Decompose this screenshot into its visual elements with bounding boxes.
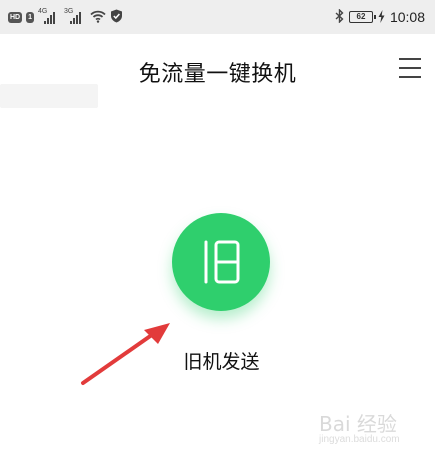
status-bar: HD 1 4G 3G 62 10:08 xyxy=(0,0,435,34)
status-left: HD 1 4G 3G xyxy=(8,7,123,27)
old-device-send-label: 旧机发送 xyxy=(183,351,260,373)
red-arrow-icon xyxy=(81,323,170,385)
obscured-region xyxy=(0,84,98,108)
old-phone-glyph-icon xyxy=(204,240,240,284)
baidu-jingyan-watermark: Bai 经验 jingyan.baidu.com xyxy=(319,408,409,452)
status-right: 62 10:08 xyxy=(335,7,425,27)
hamburger-menu-icon[interactable] xyxy=(399,58,421,78)
shield-check-icon xyxy=(110,8,123,27)
old-device-send-button[interactable] xyxy=(172,213,270,311)
charging-bolt-icon xyxy=(378,8,385,27)
status-clock: 10:08 xyxy=(389,9,425,25)
signal-sim2-icon: 3G xyxy=(64,8,86,24)
watermark-logo: Bai 经验 xyxy=(319,412,397,436)
wifi-icon xyxy=(90,8,106,27)
bluetooth-icon xyxy=(335,7,344,27)
hd-badge: HD xyxy=(8,11,23,23)
signal-sim1-icon: 4G xyxy=(38,8,60,24)
battery-indicator: 62 xyxy=(348,11,376,23)
watermark-url: jingyan.baidu.com xyxy=(319,434,400,445)
app-screen: HD 1 4G 3G 62 10:08 免流量一键换机 旧机发送 Bai 经验 … xyxy=(0,0,435,462)
sim-badge: 1 xyxy=(26,11,35,23)
